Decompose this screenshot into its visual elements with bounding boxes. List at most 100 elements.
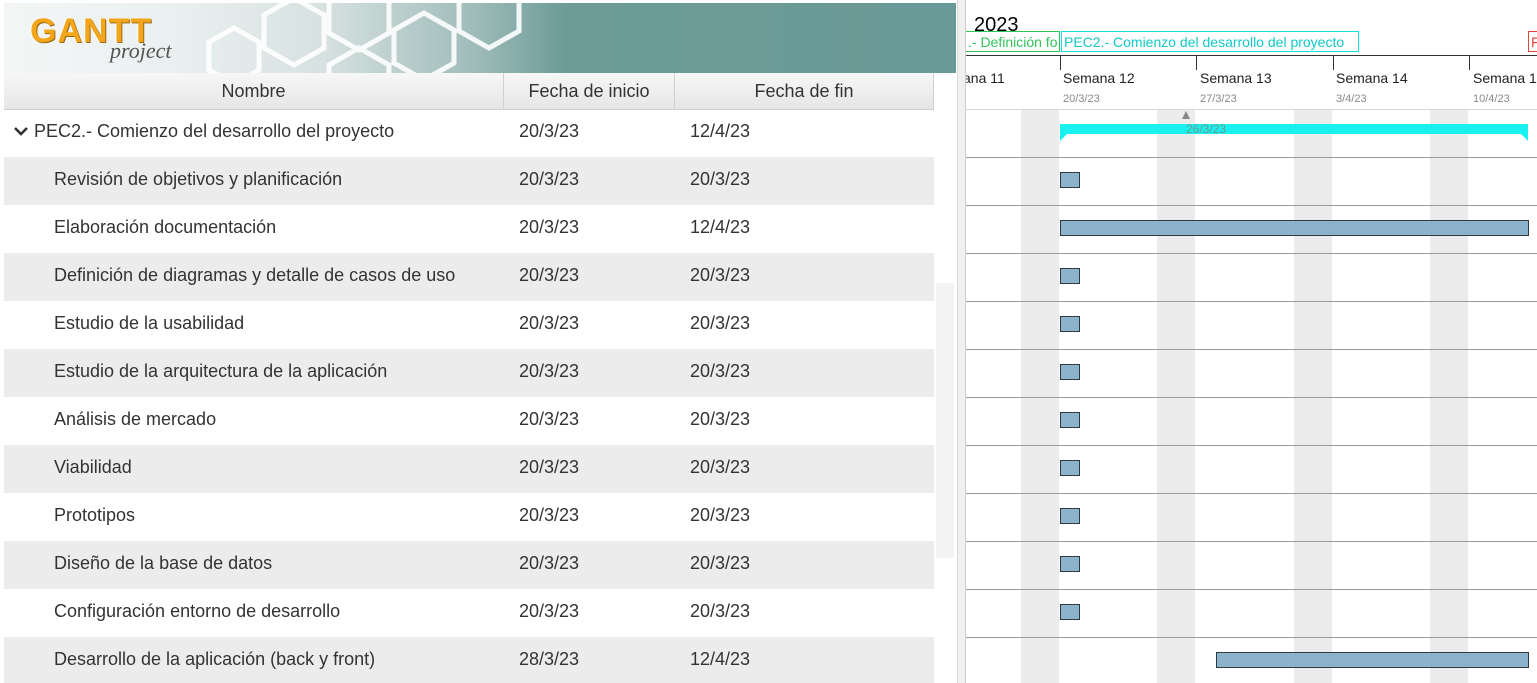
summary-bar-right-cap <box>1520 133 1528 141</box>
task-end: 20/3/23 <box>690 505 751 525</box>
task-bar[interactable] <box>1060 604 1080 620</box>
task-row[interactable]: Análisis de mercado 20/3/23 20/3/23 <box>4 397 934 445</box>
chevron-down-icon[interactable] <box>12 122 30 140</box>
row-separator <box>966 541 1537 542</box>
task-row[interactable]: Diseño de la base de datos 20/3/23 20/3/… <box>4 541 934 589</box>
timeline-task-label[interactable]: F <box>1528 31 1537 52</box>
task-rows: PEC2.- Comienzo del desarrollo del proye… <box>4 109 934 683</box>
task-end: 20/3/23 <box>690 361 751 381</box>
week-tick <box>1060 56 1061 70</box>
week-tick <box>1333 56 1334 70</box>
task-bar[interactable] <box>1216 652 1529 668</box>
today-marker-icon <box>1182 111 1190 119</box>
task-name: Estudio de la usabilidad <box>54 313 245 333</box>
task-name: Prototipos <box>54 505 136 525</box>
panel-splitter[interactable] <box>957 0 966 683</box>
week-date: 3/4/23 <box>1336 93 1367 105</box>
task-row[interactable]: Estudio de la arquitectura de la aplicac… <box>4 349 934 397</box>
row-separator <box>966 205 1537 206</box>
task-start: 20/3/23 <box>519 457 580 477</box>
week-label: Semana 12 <box>1063 70 1135 86</box>
task-bar[interactable] <box>1060 364 1080 380</box>
row-separator <box>966 445 1537 446</box>
task-name: Definición de diagramas y detalle de cas… <box>54 265 456 285</box>
task-start: 20/3/23 <box>519 217 580 237</box>
column-header-start-date[interactable]: Fecha de inicio <box>504 73 675 109</box>
task-name: Configuración entorno de desarrollo <box>54 601 341 621</box>
task-bar[interactable] <box>1060 172 1080 188</box>
task-end: 12/4/23 <box>690 217 751 237</box>
task-row[interactable]: Estudio de la usabilidad 20/3/23 20/3/23 <box>4 301 934 349</box>
week-tick <box>1196 56 1197 70</box>
task-start: 20/3/23 <box>519 313 580 333</box>
row-separator <box>966 349 1537 350</box>
task-end: 20/3/23 <box>690 409 751 429</box>
summary-task-bar[interactable] <box>1060 124 1528 134</box>
week-tick <box>1469 56 1470 70</box>
task-name: Viabilidad <box>54 457 132 477</box>
week-label: Semana 14 <box>1336 70 1408 86</box>
task-end: 12/4/23 <box>690 121 751 141</box>
task-name: Revisión de objetivos y planificación <box>54 169 343 189</box>
task-end: 20/3/23 <box>690 457 751 477</box>
task-name: Estudio de la arquitectura de la aplicac… <box>54 361 388 381</box>
week-date: 20/3/23 <box>1063 93 1100 105</box>
task-bar[interactable] <box>1060 556 1080 572</box>
task-start: 20/3/23 <box>519 553 580 573</box>
row-separator <box>966 301 1537 302</box>
task-row[interactable]: Elaboración documentación 20/3/23 12/4/2… <box>4 205 934 253</box>
task-end: 20/3/23 <box>690 553 751 573</box>
task-name: Diseño de la base de datos <box>54 553 273 573</box>
task-end: 20/3/23 <box>690 265 751 285</box>
week-label: Semana 1 <box>1473 70 1537 86</box>
task-start: 20/3/23 <box>519 361 580 381</box>
table-header: Nombre Fecha de inicio Fecha de fin <box>4 73 934 110</box>
task-bar[interactable] <box>1060 316 1080 332</box>
task-name: Elaboración documentación <box>54 217 277 237</box>
timeline-divider <box>966 55 1537 56</box>
task-bar[interactable] <box>1060 268 1080 284</box>
task-bar[interactable] <box>1060 460 1080 476</box>
week-label: Semana 13 <box>1200 70 1272 86</box>
task-start: 20/3/23 <box>519 169 580 189</box>
task-bar[interactable] <box>1060 508 1080 524</box>
column-header-end-date[interactable]: Fecha de fin <box>675 73 934 109</box>
task-row[interactable]: Revisión de objetivos y planificación 20… <box>4 157 934 205</box>
task-start: 20/3/23 <box>519 505 580 525</box>
today-date-label: 26/3/23 <box>1186 122 1227 136</box>
task-end: 20/3/23 <box>690 169 751 189</box>
task-start: 20/3/23 <box>519 409 580 429</box>
task-row[interactable]: Desarrollo de la aplicación (back y fron… <box>4 637 934 683</box>
ganttproject-logo: GANTT project <box>30 12 190 67</box>
row-separator <box>966 397 1537 398</box>
gantt-chart[interactable]: 2023 .- Definición fo PEC2.- Comienzo de… <box>966 0 1537 683</box>
task-name: Análisis de mercado <box>54 409 217 429</box>
task-row[interactable]: Definición de diagramas y detalle de cas… <box>4 253 934 301</box>
task-start: 20/3/23 <box>519 121 580 141</box>
task-start: 20/3/23 <box>519 601 580 621</box>
task-name: PEC2.- Comienzo del desarrollo del proye… <box>34 121 395 141</box>
task-bar[interactable] <box>1060 412 1080 428</box>
row-separator <box>966 493 1537 494</box>
row-separator <box>966 637 1537 638</box>
week-date: 27/3/23 <box>1200 93 1237 105</box>
week-date: 10/4/23 <box>1473 93 1510 105</box>
task-start: 20/3/23 <box>519 265 580 285</box>
column-header-name[interactable]: Nombre <box>4 73 504 109</box>
task-row[interactable]: Prototipos 20/3/23 20/3/23 <box>4 493 934 541</box>
task-bar[interactable] <box>1060 220 1529 236</box>
task-name: Desarrollo de la aplicación (back y fron… <box>54 649 376 669</box>
task-row-summary[interactable]: PEC2.- Comienzo del desarrollo del proye… <box>4 109 934 157</box>
vertical-scrollbar[interactable] <box>936 283 954 558</box>
timeline-task-label[interactable]: PEC2.- Comienzo del desarrollo del proye… <box>1061 31 1359 52</box>
row-separator <box>966 589 1537 590</box>
logo-subword: project <box>110 38 172 63</box>
row-separator <box>966 157 1537 158</box>
task-start: 28/3/23 <box>519 649 580 669</box>
timeline-task-label[interactable]: .- Definición fo <box>966 31 1060 52</box>
row-separator <box>966 253 1537 254</box>
task-row[interactable]: Viabilidad 20/3/23 20/3/23 <box>4 445 934 493</box>
ganttproject-logo-banner: GANTT project <box>4 3 956 73</box>
task-row[interactable]: Configuración entorno de desarrollo 20/3… <box>4 589 934 637</box>
task-end: 20/3/23 <box>690 313 751 333</box>
